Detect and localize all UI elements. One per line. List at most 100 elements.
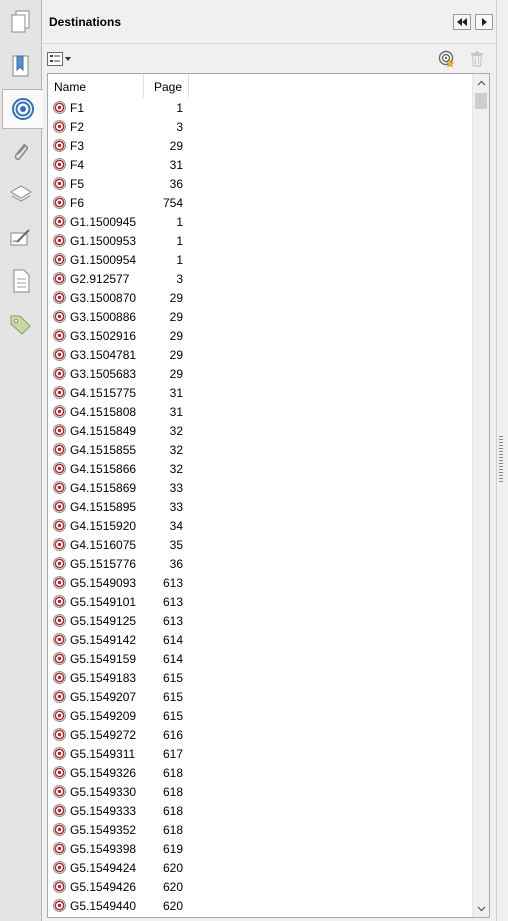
list-item[interactable]: F2 3 <box>48 117 474 136</box>
new-destination-button[interactable] <box>437 50 457 68</box>
list-item[interactable]: G1.1500954 1 <box>48 250 474 269</box>
list-item[interactable]: G4.1515920 34 <box>48 516 474 535</box>
scroll-up-button[interactable] <box>473 74 489 91</box>
destination-page: 618 <box>162 823 183 837</box>
panel-toolbar <box>43 45 508 73</box>
list-item[interactable]: G1.1500953 1 <box>48 231 474 250</box>
destination-name: G4.1515849 <box>70 424 137 438</box>
collapse-panel-icon <box>457 18 467 26</box>
list-item[interactable]: G5.1549352 618 <box>48 820 474 839</box>
destination-page: 614 <box>162 633 183 647</box>
rail-pages-button[interactable] <box>3 2 39 42</box>
destination-target-icon <box>53 424 66 437</box>
destination-page: 619 <box>162 842 183 856</box>
scroll-down-button[interactable] <box>473 900 489 917</box>
list-item[interactable]: G3.1504781 29 <box>48 345 474 364</box>
list-item[interactable]: G4.1515808 31 <box>48 402 474 421</box>
destination-target-icon <box>53 614 66 627</box>
destination-target-icon <box>53 348 66 361</box>
list-item[interactable]: G4.1515855 32 <box>48 440 474 459</box>
list-item[interactable]: F3 29 <box>48 136 474 155</box>
list-item[interactable]: G3.1500886 29 <box>48 307 474 326</box>
list-item[interactable]: G5.1549142 614 <box>48 630 474 649</box>
list-item[interactable]: G5.1549424 620 <box>48 858 474 877</box>
list-item[interactable]: G4.1515895 33 <box>48 497 474 516</box>
list-item[interactable]: G5.1549159 614 <box>48 649 474 668</box>
column-name-header[interactable]: Name <box>54 80 86 94</box>
list-item[interactable]: G5.1549101 613 <box>48 592 474 611</box>
list-item[interactable]: G5.1549207 615 <box>48 687 474 706</box>
list-item[interactable]: G1.1500945 1 <box>48 212 474 231</box>
rail-tags-button[interactable] <box>3 304 39 344</box>
destination-page: 618 <box>162 785 183 799</box>
list-item[interactable]: G5.1515776 36 <box>48 554 474 573</box>
list-item[interactable]: G4.1515866 32 <box>48 459 474 478</box>
destination-target-icon <box>53 310 66 323</box>
destination-target-icon <box>53 728 66 741</box>
list-item[interactable]: F4 31 <box>48 155 474 174</box>
destination-page: 36 <box>169 557 183 571</box>
destination-target-icon <box>53 899 66 912</box>
destination-target-icon <box>53 747 66 760</box>
destination-target-icon <box>53 234 66 247</box>
destination-target-icon <box>53 652 66 665</box>
rail-signatures-button[interactable] <box>3 218 39 258</box>
destination-target-icon <box>53 766 66 779</box>
list-item[interactable]: G3.1505683 29 <box>48 364 474 383</box>
rail-attachments-button[interactable] <box>3 132 39 172</box>
column-page-header[interactable]: Page <box>143 74 189 98</box>
delete-destination-button[interactable] <box>467 50 487 68</box>
signatures-icon <box>10 229 30 246</box>
list-item[interactable]: G5.1549209 615 <box>48 706 474 725</box>
splitter-grip[interactable] <box>499 436 503 484</box>
destination-page: 32 <box>169 424 183 438</box>
destination-name: G4.1515808 <box>70 405 137 419</box>
destination-name: G1.1500945 <box>70 215 137 229</box>
list-item[interactable]: G5.1549398 619 <box>48 839 474 858</box>
destination-target-icon <box>53 671 66 684</box>
list-item[interactable]: G4.1515849 32 <box>48 421 474 440</box>
rail-layers-button[interactable] <box>3 175 39 215</box>
list-item[interactable]: G5.1549326 618 <box>48 763 474 782</box>
destination-page: 615 <box>162 690 183 704</box>
list-item[interactable]: F5 36 <box>48 174 474 193</box>
list-item[interactable]: G2.912577 3 <box>48 269 474 288</box>
list-item[interactable]: F1 1 <box>48 98 474 117</box>
rail-destinations-button[interactable] <box>2 89 43 129</box>
list-item[interactable]: G5.1549333 618 <box>48 801 474 820</box>
list-item[interactable]: G5.1549272 616 <box>48 725 474 744</box>
options-menu-button[interactable] <box>47 50 73 68</box>
list-item[interactable]: G5.1549093 613 <box>48 573 474 592</box>
list-item[interactable]: G5.1549125 613 <box>48 611 474 630</box>
expand-panel-button[interactable] <box>475 14 493 30</box>
rail-bookmarks-button[interactable] <box>3 46 39 86</box>
destination-target-icon <box>53 196 66 209</box>
destination-page: 620 <box>162 880 183 894</box>
destination-target-icon <box>53 633 66 646</box>
list-item[interactable]: G5.1549330 618 <box>48 782 474 801</box>
destination-name: G5.1549209 <box>70 709 137 723</box>
rail-content-button[interactable] <box>3 261 39 301</box>
list-item[interactable]: G3.1500870 29 <box>48 288 474 307</box>
list-item[interactable]: G4.1515775 31 <box>48 383 474 402</box>
list-scrollbar[interactable] <box>472 74 489 917</box>
destination-name: G5.1549159 <box>70 652 137 666</box>
list-item[interactable]: G4.1515869 33 <box>48 478 474 497</box>
destination-target-icon <box>53 576 66 589</box>
list-item[interactable]: G5.1549440 620 <box>48 896 474 915</box>
list-item[interactable]: G5.1549183 615 <box>48 668 474 687</box>
list-item[interactable]: G5.1549426 620 <box>48 877 474 896</box>
destination-target-icon <box>53 177 66 190</box>
destinations-list[interactable]: Name Page F1 1 F2 3 F3 29 F4 31 F5 36 F6 754 G1.1500… <box>47 73 490 918</box>
scroll-thumb[interactable] <box>475 93 487 109</box>
destination-name: F5 <box>70 177 85 191</box>
list-item[interactable]: G3.1502916 29 <box>48 326 474 345</box>
list-item[interactable]: F6 754 <box>48 193 474 212</box>
list-item[interactable]: G4.1516075 35 <box>48 535 474 554</box>
destination-page: 1 <box>176 215 183 229</box>
collapse-panel-button[interactable] <box>453 14 471 30</box>
destination-page: 613 <box>162 576 183 590</box>
list-item[interactable]: G5.1549311 617 <box>48 744 474 763</box>
destination-target-icon <box>53 367 66 380</box>
expand-panel-icon <box>482 18 487 26</box>
